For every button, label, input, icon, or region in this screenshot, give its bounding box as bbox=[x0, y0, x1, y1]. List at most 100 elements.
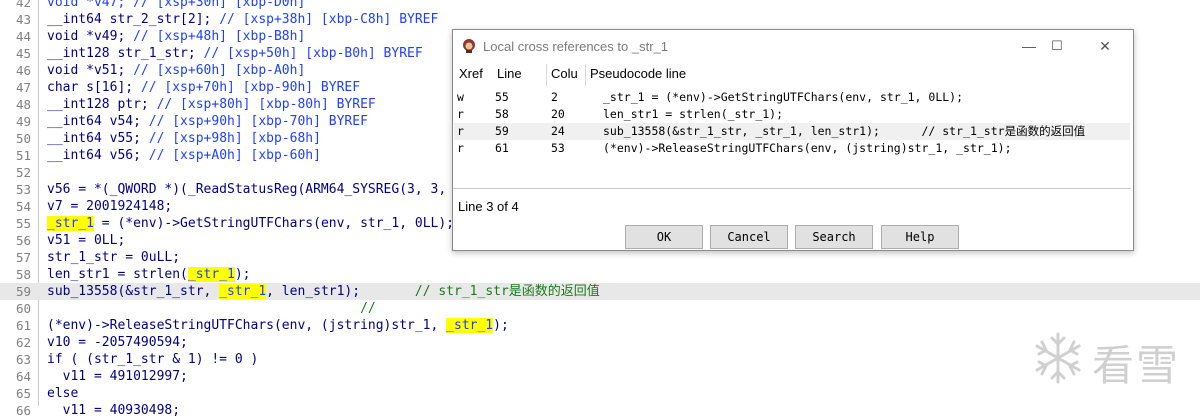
code-text: // bbox=[47, 300, 376, 317]
dialog-title: Local cross references to _str_1 bbox=[483, 39, 668, 54]
code-line[interactable]: 61 (*env)->ReleaseStringUTFChars(env, (js… bbox=[0, 317, 1200, 334]
xref-cell-col: 53 bbox=[551, 141, 565, 155]
code-token: v7 = 2001924148; bbox=[47, 199, 173, 214]
code-token: = (*env)->GetStringUTFChars(env, str_1, … bbox=[93, 216, 454, 231]
code-comment: // [xsp+48h] [xbp-B8h] bbox=[133, 29, 306, 44]
code-line[interactable]: 43 __int64 str_2_str[2]; // [xsp+38h] [xb… bbox=[0, 11, 1200, 28]
code-token: v11 = 491012997; bbox=[47, 369, 188, 384]
xref-cell-line: 55 bbox=[495, 90, 509, 104]
xref-cell-col: 2 bbox=[551, 90, 558, 104]
column-separator[interactable] bbox=[546, 64, 547, 86]
code-token: v51 = 0LL; bbox=[47, 233, 126, 248]
code-token: ); bbox=[493, 318, 509, 333]
code-comment: // [xsp+50h] [xbp-B0h] BYREF bbox=[203, 46, 423, 61]
ok-button[interactable]: OK bbox=[625, 225, 703, 249]
code-comment: // [xsp+60h] [xbp-A0h] bbox=[133, 63, 306, 78]
line-number: 50 bbox=[15, 131, 31, 146]
line-number: 55 bbox=[15, 216, 31, 231]
code-token: void *v49; bbox=[47, 29, 134, 44]
column-header-column[interactable]: Colu bbox=[551, 66, 578, 81]
code-comment: // [xsp+80h] [xbp-80h] BYREF bbox=[156, 97, 376, 112]
code-text: v51 = 0LL; bbox=[47, 232, 125, 249]
code-token: __int128 ptr; bbox=[47, 97, 157, 112]
cancel-button[interactable]: Cancel bbox=[710, 225, 788, 249]
column-header-xref[interactable]: Xref bbox=[459, 66, 483, 81]
line-number: 59 bbox=[15, 284, 31, 299]
code-token: v11 = 40930498; bbox=[47, 403, 181, 418]
code-text: (*env)->ReleaseStringUTFChars(env, (jstr… bbox=[47, 317, 509, 334]
line-number: 54 bbox=[15, 199, 31, 214]
code-comment: // [xsp+38h] [xbp-C8h] BYREF bbox=[219, 12, 439, 27]
xref-cell-code: sub_13558(&str_1_str, _str_1, len_str1);… bbox=[603, 124, 1086, 138]
code-text: void *v51; // [xsp+60h] [xbp-A0h] bbox=[47, 62, 305, 79]
status-text: Line 3 of 4 bbox=[458, 199, 519, 214]
xref-cell-col: 24 bbox=[551, 124, 565, 138]
line-number: 66 bbox=[15, 403, 31, 418]
code-token: v10 = -2057490594; bbox=[47, 335, 188, 350]
code-comment: // [xsp+90h] [xbp-70h] BYREF bbox=[148, 114, 368, 129]
code-comment: // [xsp+A0h] [xbp-60h] bbox=[148, 148, 321, 163]
line-number: 60 bbox=[15, 301, 31, 316]
line-number: 52 bbox=[15, 165, 31, 180]
code-token: void *v51; bbox=[47, 63, 134, 78]
code-token: len_str1 = strlen( bbox=[47, 267, 188, 282]
close-button[interactable]: ✕ bbox=[1085, 34, 1125, 58]
xref-cell-col: 20 bbox=[551, 107, 565, 121]
code-text: len_str1 = strlen(_str_1); bbox=[47, 266, 251, 283]
column-separator[interactable] bbox=[585, 64, 586, 86]
code-line[interactable]: 42 void *v47; // [xsp+30h] [xbp-D0h] bbox=[0, 0, 1200, 11]
highlighted-identifier[interactable]: _str_1 bbox=[446, 318, 494, 333]
help-button[interactable]: Help bbox=[881, 225, 959, 249]
code-token: __int64 v54; bbox=[47, 114, 149, 129]
column-header-line[interactable]: Line bbox=[497, 66, 522, 81]
code-text: str_1_str = 0uLL; bbox=[47, 249, 180, 266]
code-token: __int64 str_2_str[2]; bbox=[47, 12, 220, 27]
code-line[interactable]: 59 sub_13558(&str_1_str, _str_1, len_str1… bbox=[0, 283, 1200, 300]
xref-cell-xref: r bbox=[457, 124, 464, 138]
code-text: v11 = 40930498; bbox=[47, 402, 180, 419]
dialog-titlebar[interactable]: Local cross references to _str_1 — ☐ ✕ bbox=[453, 30, 1133, 62]
line-number: 47 bbox=[15, 80, 31, 95]
line-number: 61 bbox=[15, 318, 31, 333]
xref-row[interactable]: w 55 2 _str_1 = (*env)->GetStringUTFChars(e… bbox=[454, 89, 1130, 106]
code-line[interactable]: 63 if ( (str_1_str & 1) != 0 ) bbox=[0, 351, 1200, 368]
xref-row[interactable]: r 58 20 len_str1 = strlen(_str_1); bbox=[454, 106, 1130, 123]
code-text: v56 = *(_QWORD *)(_ReadStatusReg(ARM64_S… bbox=[47, 181, 462, 198]
snowflake-icon bbox=[1035, 332, 1081, 384]
line-number: 64 bbox=[15, 369, 31, 384]
xref-cell-line: 61 bbox=[495, 141, 509, 155]
code-text: if ( (str_1_str & 1) != 0 ) bbox=[47, 351, 258, 368]
code-line[interactable]: 58 len_str1 = strlen(_str_1); bbox=[0, 266, 1200, 283]
code-comment: void *v47; // [xsp+30h] [xbp-D0h] bbox=[47, 0, 306, 10]
highlighted-identifier[interactable]: _str_1 bbox=[219, 284, 267, 299]
xref-row[interactable]: r 59 24 sub_13558(&str_1_str, _str_1, len_s… bbox=[454, 123, 1130, 140]
code-line[interactable]: 62 v10 = -2057490594; bbox=[0, 334, 1200, 351]
line-number: 42 bbox=[15, 0, 31, 10]
code-text: v10 = -2057490594; bbox=[47, 334, 188, 351]
code-token: __int64 v55; bbox=[47, 131, 149, 146]
code-line[interactable]: 64 v11 = 491012997; bbox=[0, 368, 1200, 385]
code-token: , len_str1); bbox=[266, 284, 415, 299]
xref-dialog: Local cross references to _str_1 — ☐ ✕ X… bbox=[452, 29, 1134, 251]
code-line[interactable]: 60 // bbox=[0, 300, 1200, 317]
xref-cell-xref: w bbox=[457, 90, 464, 104]
xref-row[interactable]: r 61 53 (*env)->ReleaseStringUTFChars(env, … bbox=[454, 140, 1130, 157]
search-button[interactable]: Search bbox=[795, 225, 873, 249]
highlighted-identifier[interactable]: _str_1 bbox=[47, 216, 94, 231]
column-header-pseudocode[interactable]: Pseudocode line bbox=[590, 66, 686, 81]
watermark: 看雪 bbox=[1030, 328, 1190, 390]
line-number: 43 bbox=[15, 12, 31, 27]
xref-list[interactable]: Xref Line Colu Pseudocode line w 55 2 _str_… bbox=[454, 62, 1130, 188]
code-token: str_1_str = 0uLL; bbox=[47, 250, 181, 265]
line-number: 56 bbox=[15, 233, 31, 248]
xref-cell-code: _str_1 = (*env)->GetStringUTFChars(env, … bbox=[603, 90, 964, 104]
maximize-button[interactable]: ☐ bbox=[1037, 34, 1077, 58]
code-line[interactable]: 66 v11 = 40930498; bbox=[0, 402, 1200, 419]
xref-cell-line: 59 bbox=[495, 124, 509, 138]
highlighted-identifier[interactable]: _str_1 bbox=[187, 267, 235, 282]
code-text: __int64 v55; // [xsp+98h] [xbp-68h] bbox=[47, 130, 321, 147]
code-line[interactable]: 57 str_1_str = 0uLL; bbox=[0, 249, 1200, 266]
line-number: 48 bbox=[15, 97, 31, 112]
code-line[interactable]: 65 else bbox=[0, 385, 1200, 402]
code-token: if ( (str_1_str & 1) != 0 ) bbox=[47, 352, 259, 367]
